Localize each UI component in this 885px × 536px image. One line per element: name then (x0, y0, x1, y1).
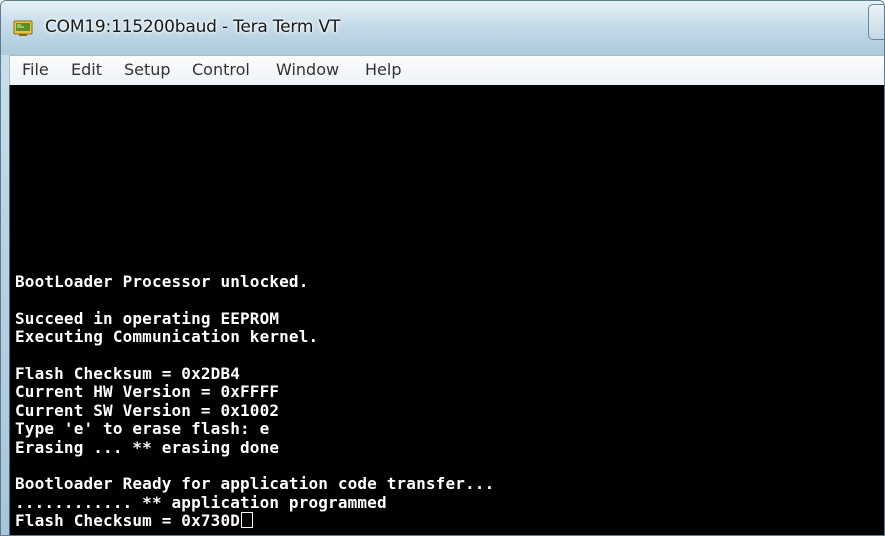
tera-term-icon[interactable] (13, 20, 33, 36)
menu-setup[interactable]: Setup (124, 60, 171, 79)
terminal-line: Bootloader Ready for application code tr… (15, 474, 495, 494)
terminal-line: Erasing ... ** erasing done (15, 437, 280, 457)
menu-help[interactable]: Help (365, 60, 401, 79)
terminal-cursor (241, 512, 254, 529)
window-title: COM19:115200baud - Tera Term VT (45, 17, 341, 37)
menu-edit[interactable]: Edit (71, 60, 102, 79)
terminal-line-last: Flash Checksum = 0x730D (15, 511, 494, 531)
terminal-line: Current HW Version = 0xFFFF (15, 382, 280, 402)
terminal-line: BootLoader Processor unlocked. (15, 272, 309, 291)
menu-window[interactable]: Window (276, 60, 339, 79)
tera-term-window: COM19:115200baud - Tera Term VT File Edi… (0, 0, 885, 536)
terminal-output: BootLoader Processor unlocked. Succeed i… (15, 272, 495, 531)
window-controls[interactable] (868, 4, 884, 40)
terminal-line: ............ ** application programmed (15, 492, 387, 512)
terminal-line: Executing Communication kernel. (15, 327, 319, 347)
menu-file[interactable]: File (22, 60, 49, 79)
terminal-line: Current SW Version = 0x1002 (15, 400, 280, 420)
terminal-line: Type 'e' to erase flash: e (15, 419, 270, 439)
title-bar[interactable]: COM19:115200baud - Tera Term VT (1, 1, 884, 55)
menu-control[interactable]: Control (192, 60, 250, 79)
menu-bar: File Edit Setup Control Window Help (9, 55, 884, 85)
terminal-line-text: Flash Checksum = 0x730D (15, 511, 241, 531)
terminal-line: Flash Checksum = 0x2DB4 (15, 363, 241, 383)
terminal-screen[interactable]: BootLoader Processor unlocked. Succeed i… (9, 85, 884, 535)
terminal-line: Succeed in operating EEPROM (15, 308, 280, 328)
